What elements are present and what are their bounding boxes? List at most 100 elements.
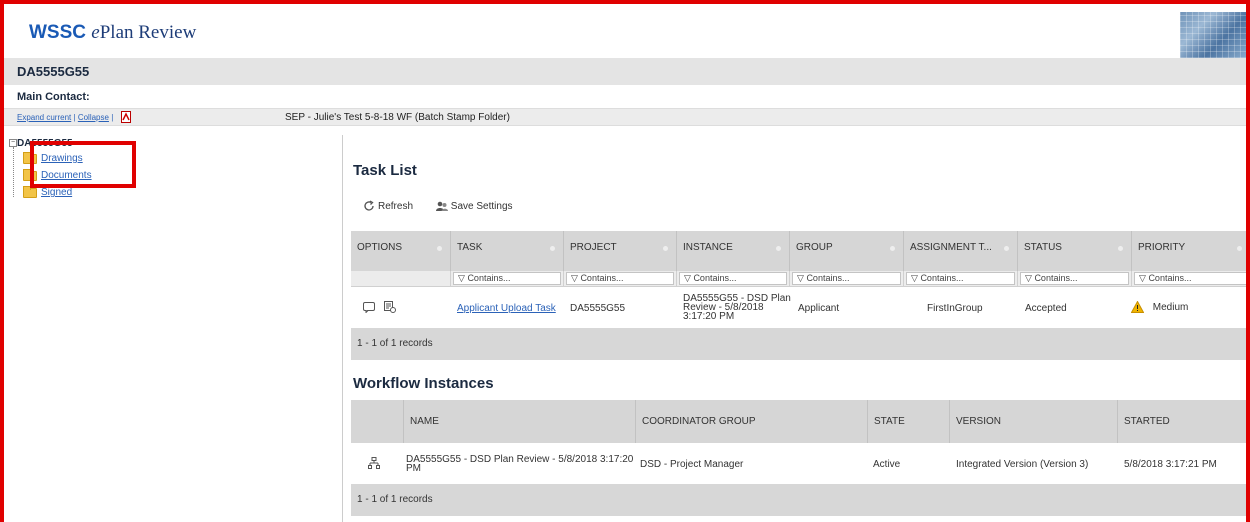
table-row[interactable]: Applicant Upload Task DA5555G55 DA5555G5… — [351, 288, 1250, 328]
header-banner-image — [1180, 12, 1250, 58]
tree-links: Expand current | Collapse | — [17, 113, 113, 122]
col-status[interactable]: STATUS — [1018, 231, 1132, 271]
save-settings-button[interactable]: Save Settings — [435, 200, 523, 212]
filter-task[interactable]: ▽ Contains... — [451, 271, 564, 287]
col-coordinator-group[interactable]: COORDINATOR GROUP — [636, 400, 868, 443]
col-name[interactable]: NAME — [404, 400, 636, 443]
column-menu-icon[interactable] — [550, 246, 555, 251]
tree-item-label[interactable]: Signed — [41, 187, 72, 198]
options-icons — [363, 301, 396, 315]
filter-label: Contains... — [806, 273, 850, 283]
column-menu-icon[interactable] — [890, 246, 895, 251]
filter-priority[interactable]: ▽ Contains... — [1132, 271, 1250, 287]
pdf-icon[interactable] — [121, 111, 131, 123]
workflow-grid-footer: 1 - 1 of 1 records — [351, 484, 1250, 516]
task-list-toolbar: Refresh Save Settings — [363, 200, 533, 212]
col-priority[interactable]: PRIORITY — [1132, 231, 1250, 271]
version-cell: Integrated Version (Version 3) — [956, 459, 1089, 470]
save-settings-label: Save Settings — [450, 200, 513, 212]
expand-current-link[interactable]: Expand current — [17, 113, 71, 122]
started-cell: 5/8/2018 3:17:21 PM — [1124, 459, 1217, 470]
col-label: GROUP — [796, 242, 833, 253]
filter-assignment[interactable]: ▽ Contains... — [904, 271, 1018, 287]
tree-collapse-toggle[interactable]: − — [9, 139, 17, 147]
instance-line-3: 3:17:20 PM — [683, 311, 735, 322]
tree-item-signed[interactable]: Signed — [23, 185, 72, 198]
task-link[interactable]: Applicant Upload Task — [457, 303, 556, 314]
column-menu-icon[interactable] — [437, 246, 442, 251]
filter-instance[interactable]: ▽ Contains... — [677, 271, 790, 287]
tree-connector — [13, 147, 14, 197]
folder-title: SEP - Julie's Test 5-8-18 WF (Batch Stam… — [285, 112, 510, 123]
col-state[interactable]: STATE — [868, 400, 950, 443]
table-row[interactable]: DA5555G55 - DSD Plan Review - 5/8/2018 3… — [351, 443, 1250, 483]
filter-icon: ▽ — [911, 273, 918, 283]
col-label: PRIORITY — [1138, 242, 1186, 253]
tree-highlight-box — [30, 141, 136, 188]
col-assignment[interactable]: ASSIGNMENT T... — [904, 231, 1018, 271]
filter-label: Contains... — [1148, 273, 1192, 283]
workflow-name-line-1: DA5555G55 - DSD Plan Review - 5/8/2018 3… — [406, 454, 634, 465]
task-grid-filter-row: ▽ Contains... ▽ Contains... ▽ Contains..… — [351, 271, 1250, 287]
project-title-bar: DA5555G55 — [0, 58, 1250, 85]
warning-icon — [1130, 300, 1145, 313]
column-menu-icon[interactable] — [663, 246, 668, 251]
filter-icon: ▽ — [1139, 273, 1146, 283]
col-instance[interactable]: INSTANCE — [677, 231, 790, 271]
column-menu-icon[interactable] — [776, 246, 781, 251]
group-cell: Applicant — [798, 303, 840, 314]
filter-icon: ▽ — [797, 273, 804, 283]
col-icon-empty — [351, 400, 404, 443]
filter-label: Contains... — [693, 273, 737, 283]
column-menu-icon[interactable] — [1237, 246, 1242, 251]
col-task[interactable]: TASK — [451, 231, 564, 271]
filter-label: Contains... — [920, 273, 964, 283]
col-options[interactable]: OPTIONS — [351, 231, 451, 271]
col-group[interactable]: GROUP — [790, 231, 904, 271]
filter-group[interactable]: ▽ Contains... — [790, 271, 904, 287]
filter-project[interactable]: ▽ Contains... — [564, 271, 677, 287]
folder-icon — [23, 185, 37, 198]
col-label: STATUS — [1024, 242, 1062, 253]
main-panel: Task List Refresh Save Settings OPTIONS … — [343, 135, 1250, 522]
folder-tree: − DA5555G55 Drawings Documents Signed — [0, 135, 343, 522]
filter-status[interactable]: ▽ Contains... — [1018, 271, 1132, 287]
col-label: TASK — [457, 242, 483, 253]
project-cell: DA5555G55 — [570, 303, 626, 314]
app-logo[interactable]: WSSC ePlan Review — [29, 22, 196, 44]
col-label: OPTIONS — [357, 242, 403, 253]
col-label: INSTANCE — [683, 242, 733, 253]
col-label: ASSIGNMENT T... — [910, 242, 992, 253]
state-cell: Active — [873, 459, 901, 470]
workflow-diagram-icon[interactable] — [368, 457, 380, 471]
comment-icon[interactable] — [363, 302, 375, 314]
workflow-instances-title: Workflow Instances — [353, 375, 494, 392]
filter-label: Contains... — [1034, 273, 1078, 283]
coordinator-cell: DSD - Project Manager — [640, 459, 744, 470]
col-version[interactable]: VERSION — [950, 400, 1118, 443]
filter-icon: ▽ — [684, 273, 691, 283]
app-header: WSSC ePlan Review — [0, 0, 1250, 58]
refresh-button[interactable]: Refresh — [363, 200, 426, 212]
priority-value: Medium — [1152, 301, 1189, 313]
users-icon — [435, 201, 448, 211]
col-project[interactable]: PROJECT — [564, 231, 677, 271]
col-started[interactable]: STARTED — [1118, 400, 1250, 443]
task-cell[interactable]: Applicant Upload Task — [457, 303, 556, 314]
filter-label: Contains... — [467, 273, 511, 283]
tree-toolbar: Expand current | Collapse | SEP - Julie'… — [0, 108, 1250, 126]
task-detail-icon[interactable] — [383, 301, 396, 313]
workflow-icon-cell[interactable] — [368, 457, 380, 473]
priority-cell: Medium — [1130, 300, 1189, 313]
link-separator-2: | — [111, 113, 114, 122]
column-menu-icon[interactable] — [1118, 246, 1123, 251]
task-grid-footer: 1 - 1 of 1 records — [351, 328, 1250, 360]
instance-cell: DA5555G55 - DSD Plan Review - 5/8/2018 3… — [683, 294, 791, 322]
project-title: DA5555G55 — [17, 64, 90, 79]
logo-plan-review: Plan Review — [99, 22, 197, 43]
collapse-link[interactable]: Collapse — [78, 113, 109, 122]
column-menu-icon[interactable] — [1004, 246, 1009, 251]
task-list-title: Task List — [353, 162, 417, 179]
filter-icon: ▽ — [458, 273, 465, 283]
refresh-icon — [364, 200, 374, 211]
